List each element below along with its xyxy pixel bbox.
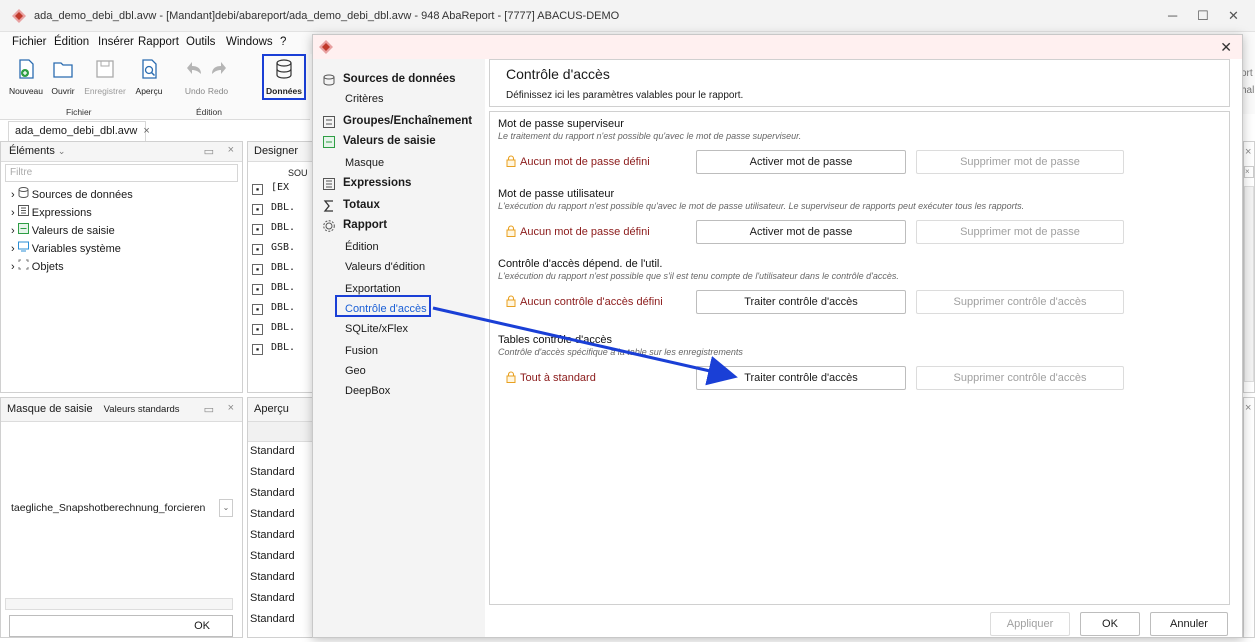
annotation-arrow	[432, 306, 738, 386]
